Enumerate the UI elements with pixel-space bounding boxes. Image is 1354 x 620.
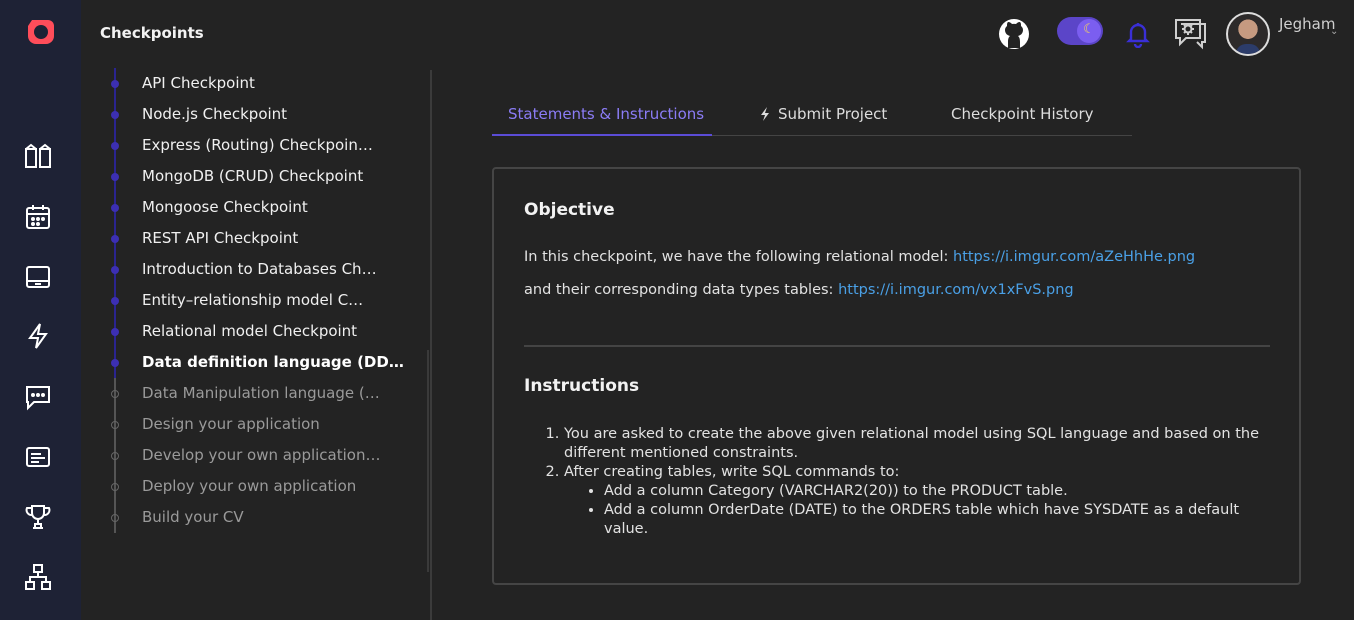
relational-model-link[interactable]: https://i.imgur.com/aZeHhHe.png (953, 249, 1195, 265)
timeline-dot (111, 204, 119, 212)
checkpoint-label: Introduction to Databases Ch… (142, 260, 377, 278)
tab-label: Submit Project (778, 105, 888, 123)
timeline-dot (111, 297, 119, 305)
instructions-list: You are asked to create the above given … (564, 425, 1264, 539)
timeline-dot (111, 421, 119, 429)
checkpoint-item[interactable]: Express (Routing) Checkpoin… (100, 130, 430, 161)
timeline-dot (111, 80, 119, 88)
timeline-dot (111, 452, 119, 460)
timeline-dot (111, 483, 119, 491)
checkpoint-label: Build your CV (142, 508, 244, 526)
checkpoint-label: Deploy your own application (142, 477, 357, 495)
user-name[interactable]: Jegham (1279, 12, 1335, 36)
timeline-dot (111, 173, 119, 181)
checkpoint-item[interactable]: Deploy your own application (100, 471, 430, 502)
checkpoint-item[interactable]: Entity–relationship model C… (100, 285, 430, 316)
logo-icon[interactable] (26, 16, 56, 46)
tab-label: Checkpoint History (951, 105, 1094, 123)
checkpoint-item[interactable]: API Checkpoint (100, 68, 430, 99)
tab-checkpoint-history[interactable]: Checkpoint History (951, 96, 1094, 136)
instruction-item: You are asked to create the above given … (564, 425, 1264, 463)
objective-line-2: and their corresponding data types table… (524, 282, 839, 298)
checkpoint-label: Mongoose Checkpoint (142, 198, 308, 216)
timeline-dot (111, 111, 119, 119)
checkpoint-item[interactable]: Develop your own application… (100, 440, 430, 471)
courses-icon[interactable] (24, 143, 52, 171)
timeline-dot (111, 235, 119, 243)
hierarchy-icon[interactable] (24, 563, 52, 591)
tab-statements-instructions[interactable]: Statements & Instructions (492, 96, 712, 136)
avatar[interactable] (1226, 12, 1270, 56)
timeline-dot (111, 359, 119, 367)
checkpoint-item[interactable]: REST API Checkpoint (100, 223, 430, 254)
tab-submit-project[interactable]: Submit Project (760, 96, 887, 136)
data-types-link[interactable]: https://i.imgur.com/vx1xFvS.png (838, 282, 1074, 298)
checkpoint-label: Data definition language (DD… (142, 353, 404, 371)
checkpoint-label: REST API Checkpoint (142, 229, 299, 247)
notification-bell-icon[interactable] (1124, 20, 1152, 49)
dark-mode-toggle[interactable]: ☾ (1057, 17, 1103, 45)
tab-label: Statements & Instructions (508, 105, 705, 123)
checkpoint-item[interactable]: Node.js Checkpoint (100, 99, 430, 130)
checkpoint-item[interactable]: Introduction to Databases Ch… (100, 254, 430, 285)
checkpoint-item[interactable]: Design your application (100, 409, 430, 440)
checkpoint-list: API Checkpoint Node.js Checkpoint Expres… (100, 68, 430, 533)
timeline-dot (111, 390, 119, 398)
bolt-icon (760, 98, 770, 121)
tab-bar: Statements & Instructions Submit Project… (492, 96, 1132, 136)
checkpoint-label: Express (Routing) Checkpoin… (142, 136, 373, 154)
page-title: Checkpoints (100, 24, 204, 42)
timeline-dot (111, 514, 119, 522)
bolt-icon[interactable] (24, 322, 52, 350)
vertical-divider (430, 70, 432, 620)
objective-heading: Objective (524, 200, 615, 220)
side-rail (0, 0, 81, 620)
instruction-text: You are asked to create the above given … (564, 426, 1259, 461)
sub-instruction-item: Add a column Category (VARCHAR2(20)) to … (604, 482, 1264, 501)
instructions-heading: Instructions (524, 376, 640, 396)
trophy-icon[interactable] (24, 503, 52, 531)
checkpoint-label: Node.js Checkpoint (142, 105, 288, 123)
moon-icon: ☾ (1077, 19, 1101, 43)
timeline-dot (111, 142, 119, 150)
checkpoint-label: Entity–relationship model C… (142, 291, 364, 309)
timeline-dot (111, 328, 119, 336)
checkpoint-label: Design your application (142, 415, 320, 433)
github-icon[interactable] (998, 18, 1030, 50)
checkpoint-item[interactable]: Build your CV (100, 502, 430, 533)
checkpoint-label: Relational model Checkpoint (142, 322, 358, 340)
sub-instruction-item: Add a column OrderDate (DATE) to the ORD… (604, 501, 1264, 539)
objective-line-1: In this checkpoint, we have the followin… (524, 249, 953, 265)
checkpoint-label: Develop your own application… (142, 446, 381, 464)
chat-icon[interactable] (24, 383, 52, 411)
list-scrollbar[interactable] (427, 350, 429, 572)
chat-settings-icon[interactable] (1172, 16, 1208, 50)
instruction-text: After creating tables, write SQL command… (564, 464, 900, 480)
statement-card: Objective In this checkpoint, we have th… (492, 167, 1301, 585)
laptop-icon[interactable] (24, 263, 52, 291)
calendar-icon[interactable] (24, 203, 52, 231)
timeline-dot (111, 266, 119, 274)
checkpoint-label: API Checkpoint (142, 74, 255, 92)
objective-text-1: In this checkpoint, we have the followin… (524, 249, 1195, 265)
checkpoint-label: Data Manipulation language (… (142, 384, 380, 402)
sub-instructions-list: Add a column Category (VARCHAR2(20)) to … (604, 482, 1264, 539)
news-icon[interactable] (24, 443, 52, 471)
chevron-down-icon[interactable]: ⌄ (1330, 26, 1338, 37)
instruction-item: After creating tables, write SQL command… (564, 463, 1264, 539)
checkpoint-item[interactable]: Data Manipulation language (… (100, 378, 430, 409)
checkpoint-item[interactable]: MongoDB (CRUD) Checkpoint (100, 161, 430, 192)
checkpoint-item[interactable]: Relational model Checkpoint (100, 316, 430, 347)
section-divider (524, 345, 1270, 347)
objective-text-2: and their corresponding data types table… (524, 282, 1074, 298)
checkpoint-item[interactable]: Mongoose Checkpoint (100, 192, 430, 223)
checkpoint-item[interactable]: Data definition language (DD… (100, 347, 430, 378)
checkpoint-label: MongoDB (CRUD) Checkpoint (142, 167, 364, 185)
